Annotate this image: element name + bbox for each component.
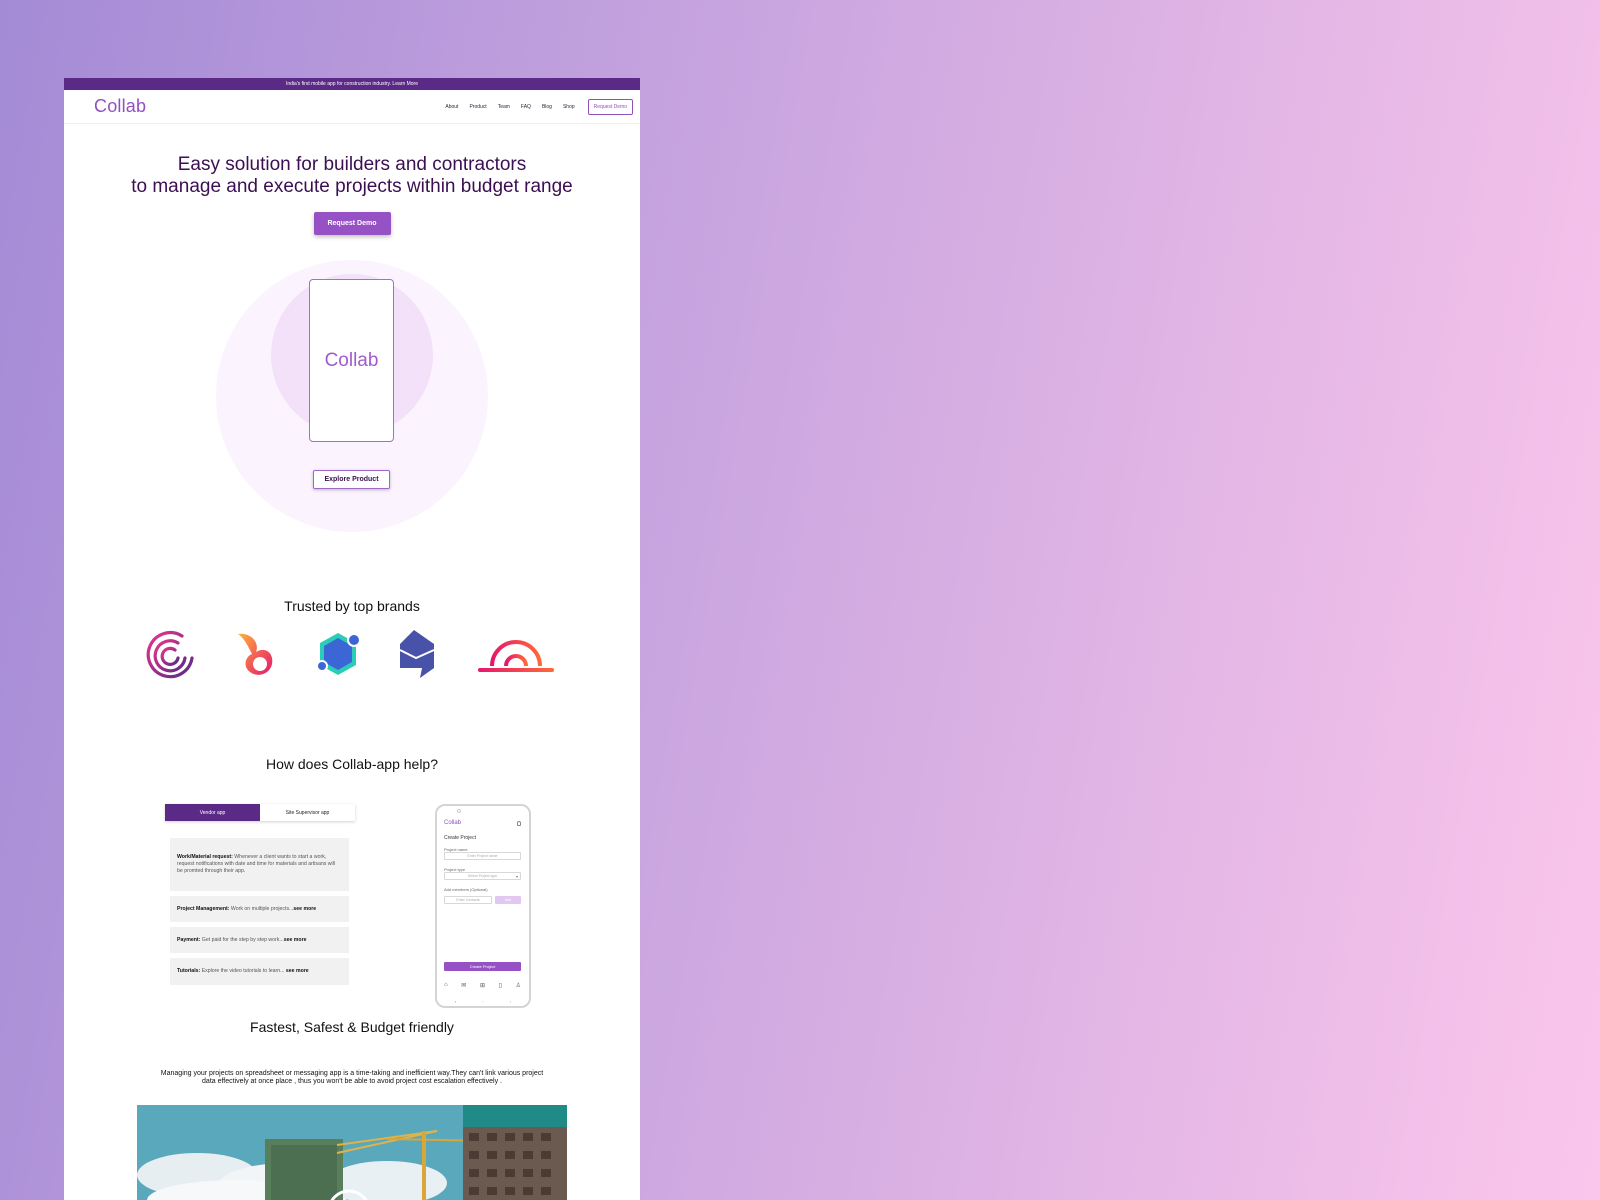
feature-description: Get paid for the step by step work... [200,936,284,943]
home-button-icon[interactable]: ◦ [482,999,483,1004]
inbox-icon[interactable]: ✉ [461,982,466,989]
feature-text: Project Management: Work on multiple pro… [177,906,316,913]
hero-title-line-2: to manage and execute projects within bu… [131,176,573,197]
nav-link-product[interactable]: Product [469,104,486,110]
feature-payment[interactable]: Payment: Get paid for the step by step w… [170,927,349,953]
clipboard-icon[interactable]: ▯ [499,982,502,989]
phone-logo: Collab [324,349,379,371]
nav-link-shop[interactable]: Shop [563,104,575,110]
project-type-select[interactable]: Select Project type ▾ [444,872,521,880]
arc-logo-icon [478,640,554,672]
how-title: How does Collab-app help? [266,756,438,772]
nav-link-faq[interactable]: FAQ [521,104,531,110]
announcement-bar[interactable]: India's first mobile app for constructio… [64,78,640,90]
nav-link-team[interactable]: Team [498,104,510,110]
hero-title: Easy solution for builders and contracto… [64,154,640,198]
feature-title: Payment: [177,936,201,943]
see-more-link[interactable]: see more [286,968,309,974]
feature-title: Tutorials: [177,968,201,974]
chevron-down-icon: ▾ [515,873,518,879]
add-icon[interactable]: ⊞ [480,982,485,989]
fast-title: Fastest, Safest & Budget friendly [250,1019,454,1035]
hero-outer-circle [216,260,488,532]
members-label: Add members (Optional) [444,887,488,892]
add-member-button[interactable]: Add [495,896,521,904]
feature-title: Work/Material request: [177,854,233,860]
hero-inner-circle [271,274,433,436]
project-name-input[interactable]: Enter Project name [444,852,521,860]
home-icon[interactable]: ⌂ [444,982,448,989]
tab-site-supervisor-app[interactable]: Site Supervisor app [260,804,355,821]
flame-logo-icon [238,633,273,675]
create-project-button[interactable]: Create Project [444,962,521,971]
feature-description: Explore the video tutorials to learn... [200,968,286,974]
landing-page: India's first mobile app for constructio… [64,78,640,1200]
see-more-link[interactable]: see more [293,906,316,912]
see-more-link[interactable]: see more [284,937,307,943]
construction-photo [137,1105,567,1200]
house-logo-icon [399,630,435,678]
nav-link-about[interactable]: About [445,104,458,110]
announcement-text[interactable]: India's first mobile app for constructio… [286,81,418,87]
feature-work-material-request[interactable]: Work/Material request: Whenever a client… [170,838,349,891]
hero-request-demo-button[interactable]: Request Demo [313,212,391,235]
spiral-logo-icon [146,631,194,679]
trusted-title: Trusted by top brands [284,598,420,614]
bell-icon[interactable] [517,821,521,826]
navbar: Collab About Product Team FAQ Blog Shop … [64,90,640,124]
app-logo: Collab [444,820,462,826]
nav-request-demo-button[interactable]: Request Demo [587,98,633,115]
app-tabs: Vendor app Site Supervisor app [165,804,355,821]
system-nav-bar: ▪ ◦ ‹ [455,999,511,1004]
tab-vendor-app[interactable]: Vendor app [165,804,260,821]
feature-project-management[interactable]: Project Management: Work on multiple pro… [170,896,349,922]
app-bottom-nav: ⌂ ✉ ⊞ ▯ ♙ [444,982,521,989]
app-screen-mockup: Collab Create Project Project name Enter… [435,804,531,1008]
nav-links: About Product Team FAQ Blog Shop Request… [445,98,633,115]
construction-photo-image [137,1105,567,1200]
members-input[interactable]: Enter Contacts [444,896,492,904]
feature-text: Payment: Get paid for the step by step w… [177,937,307,944]
feature-tutorials[interactable]: Tutorials: Explore the video tutorials t… [170,958,349,985]
hero-title-line-1: Easy solution for builders and contracto… [177,154,527,175]
feature-description: Work on multiple projects... [229,905,294,912]
app-heading: Create Project [444,835,476,841]
profile-icon[interactable]: ♙ [516,982,521,989]
explore-product-button[interactable]: Explore Product [313,470,390,489]
hexagon-logo-icon [316,633,361,675]
hero-phone-mockup: Collab [309,279,394,442]
back-icon[interactable]: ‹ [510,999,511,1004]
recents-icon[interactable]: ▪ [455,999,456,1004]
camera-dot [457,809,461,813]
feature-text: Work/Material request: Whenever a client… [177,854,342,875]
project-type-placeholder: Select Project type [467,874,498,878]
feature-text: Tutorials: Explore the video tutorials t… [177,968,309,975]
nav-link-blog[interactable]: Blog [542,104,552,110]
feature-title: Project Management: [177,905,230,912]
fast-paragraph: Managing your projects on spreadsheet or… [160,1070,544,1085]
logo[interactable]: Collab [94,96,146,117]
